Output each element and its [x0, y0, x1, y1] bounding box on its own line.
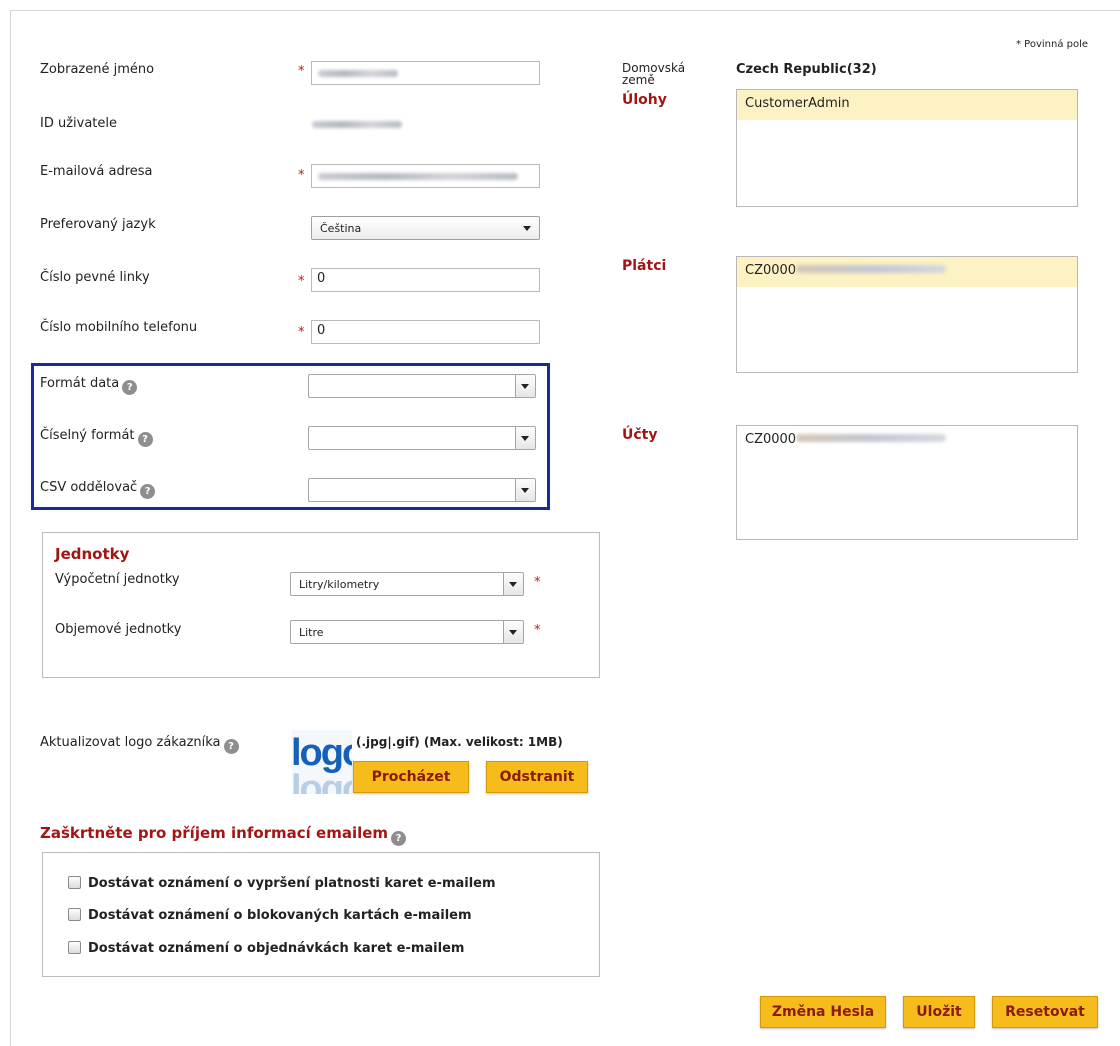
accounts-label: Účty: [622, 427, 658, 443]
payer-value: CZ0000: [745, 263, 797, 278]
number-format-label-text: Číselný formát: [40, 428, 135, 443]
roles-listbox[interactable]: CustomerAdmin: [736, 89, 1078, 207]
landline-input[interactable]: 0: [311, 268, 540, 292]
payer-blurred-value: [796, 265, 947, 273]
account-blurred-value: [796, 434, 947, 442]
display-name-input[interactable]: [311, 61, 540, 85]
required-mark: *: [298, 168, 305, 183]
required-mark: *: [534, 575, 541, 590]
mobile-value: 0: [317, 323, 326, 338]
notification-option[interactable]: Dostávat oznámení o vypršení platnosti k…: [68, 876, 496, 891]
email-blurred-value: [318, 173, 518, 180]
units-heading: Jednotky: [55, 545, 130, 563]
notification-option-label: Dostávat oznámení o vypršení platnosti k…: [88, 876, 496, 891]
dropdown-button[interactable]: [503, 621, 523, 643]
notification-option[interactable]: Dostávat oznámení o blokovaných kartách …: [68, 908, 472, 923]
calc-units-label: Výpočetní jednotky: [55, 572, 180, 587]
accounts-listbox[interactable]: CZ0000: [736, 425, 1078, 540]
account-value: CZ0000: [745, 432, 797, 447]
mobile-input[interactable]: 0: [311, 320, 540, 344]
roles-label: Úlohy: [622, 92, 667, 108]
help-icon[interactable]: ?: [223, 739, 239, 754]
required-mark: *: [298, 274, 305, 289]
date-format-select[interactable]: [308, 374, 536, 398]
user-id-label: ID uživatele: [40, 116, 118, 131]
reset-button[interactable]: Resetovat: [992, 996, 1098, 1028]
logo-image-shadow: logo: [292, 768, 352, 794]
display-name-label: Zobrazené jméno: [40, 62, 155, 77]
remove-button[interactable]: Odstranit: [486, 761, 588, 793]
notification-option-label: Dostávat oznámení o objednávkách karet e…: [88, 941, 465, 956]
dropdown-button[interactable]: [515, 375, 535, 397]
volume-units-value: Litre: [299, 626, 324, 639]
required-mark: *: [534, 623, 541, 638]
help-icon[interactable]: ?: [391, 831, 407, 846]
volume-units-select[interactable]: Litre: [290, 620, 524, 644]
save-button[interactable]: Uložit: [903, 996, 975, 1028]
browse-button[interactable]: Procházet: [353, 761, 469, 793]
required-note: * Povinná pole: [1016, 39, 1089, 50]
logo-image: logo logo: [292, 730, 352, 794]
chevron-down-icon: [509, 582, 517, 587]
home-country-label: Domovská země: [622, 62, 685, 86]
csv-separator-label-text: CSV oddělovač: [40, 480, 138, 495]
roles-list-item[interactable]: CustomerAdmin: [737, 90, 1077, 120]
dropdown-button[interactable]: [515, 427, 535, 449]
change-password-button[interactable]: Změna Hesla: [760, 996, 886, 1028]
volume-units-label: Objemové jednotky: [55, 622, 182, 637]
number-format-select[interactable]: [308, 426, 536, 450]
number-format-label: Číselný formát?: [40, 428, 153, 447]
calc-units-value: Litry/kilometry: [299, 578, 380, 591]
user-id-blurred-value: [312, 121, 402, 128]
payers-label: Plátci: [622, 258, 667, 274]
email-notifications-heading: Zaškrtněte pro příjem informací emailem?: [40, 824, 407, 846]
email-notifications-heading-text: Zaškrtněte pro příjem informací emailem: [40, 824, 389, 842]
required-mark: *: [298, 325, 305, 340]
notification-option-label: Dostávat oznámení o blokovaných kartách …: [88, 908, 472, 923]
email-input[interactable]: [311, 164, 540, 188]
csv-separator-label: CSV oddělovač?: [40, 480, 156, 499]
dropdown-button[interactable]: [503, 573, 523, 595]
logo-label-text: Aktualizovat logo zákazníka: [40, 735, 221, 750]
chevron-down-icon: [523, 226, 531, 231]
csv-separator-select[interactable]: [308, 478, 536, 502]
landline-label: Číslo pevné linky: [40, 270, 150, 285]
mobile-label: Číslo mobilního telefonu: [40, 320, 198, 335]
checkbox[interactable]: [68, 876, 81, 889]
notification-option[interactable]: Dostávat oznámení o objednávkách karet e…: [68, 941, 464, 956]
chevron-down-icon: [521, 488, 529, 493]
date-format-label: Formát data?: [40, 376, 138, 395]
chevron-down-icon: [509, 630, 517, 635]
landline-value: 0: [317, 271, 326, 286]
home-country-label-line2: země: [622, 73, 655, 87]
chevron-down-icon: [521, 436, 529, 441]
help-icon[interactable]: ?: [137, 432, 153, 447]
date-format-label-text: Formát data: [40, 376, 120, 391]
language-value: Čeština: [320, 222, 362, 235]
payers-listbox[interactable]: CZ0000: [736, 256, 1078, 373]
logo-hint: (.jpg|.gif) (Max. velikost: 1MB): [356, 735, 563, 749]
chevron-down-icon: [521, 384, 529, 389]
calc-units-select[interactable]: Litry/kilometry: [290, 572, 524, 596]
help-icon[interactable]: ?: [140, 484, 156, 499]
checkbox[interactable]: [68, 908, 81, 921]
required-mark: *: [298, 64, 305, 79]
checkbox[interactable]: [68, 941, 81, 954]
display-name-blurred-value: [318, 70, 398, 77]
logo-label: Aktualizovat logo zákazníka?: [40, 735, 239, 754]
payers-list-item[interactable]: CZ0000: [737, 257, 1077, 287]
dropdown-button[interactable]: [515, 479, 535, 501]
home-country-value: Czech Republic(32): [736, 62, 877, 77]
language-select[interactable]: Čeština: [311, 216, 540, 240]
language-label: Preferovaný jazyk: [40, 217, 156, 232]
help-icon[interactable]: ?: [122, 380, 138, 395]
email-label: E-mailová adresa: [40, 164, 153, 179]
accounts-list-item[interactable]: CZ0000: [737, 426, 1077, 456]
